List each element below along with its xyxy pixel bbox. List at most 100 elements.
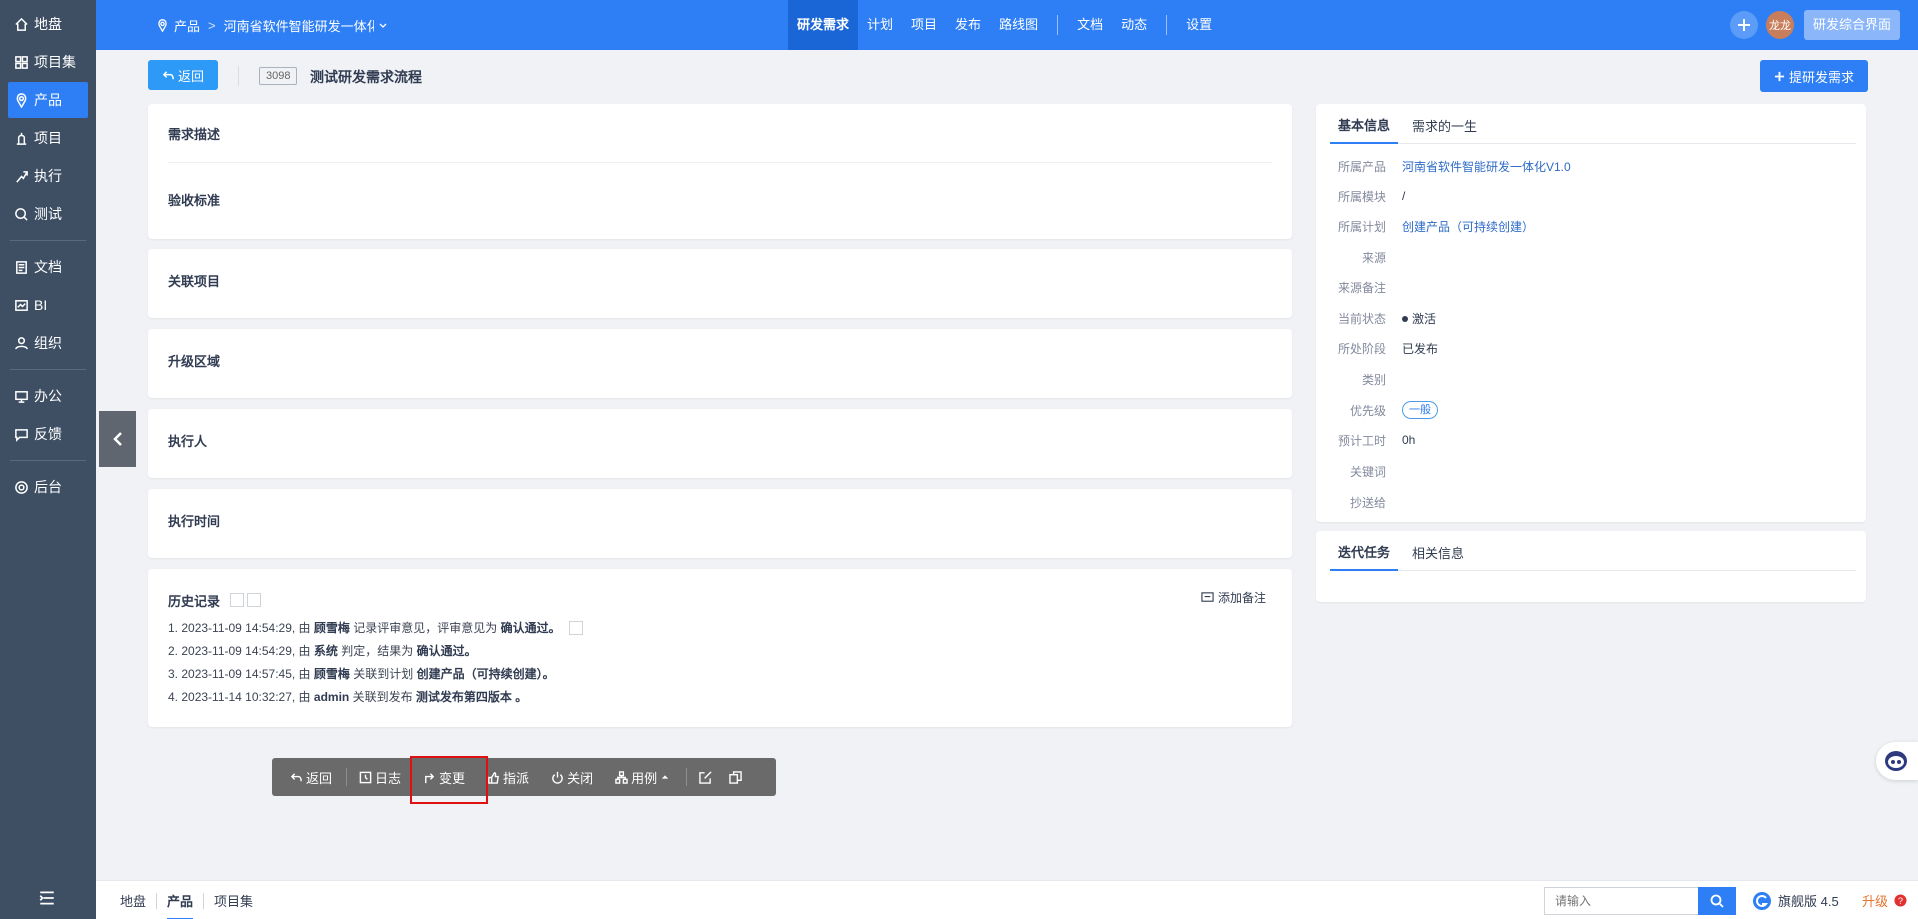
avatar[interactable]: 龙龙: [1765, 11, 1794, 39]
tab-iteration-tasks[interactable]: 迭代任务: [1330, 542, 1399, 571]
sidebar-item-home[interactable]: 地盘: [8, 6, 88, 42]
bottom-nav-home[interactable]: 地盘: [110, 891, 156, 910]
sidebar-item-org[interactable]: 组织: [8, 325, 88, 361]
bottom-nav-product[interactable]: 产品: [157, 891, 203, 919]
upgrade-link[interactable]: 升级 ?: [1862, 881, 1907, 919]
sidebar-item-project[interactable]: 项目: [8, 120, 88, 156]
toolbar-log-button[interactable]: 日志: [359, 768, 401, 787]
nav-story[interactable]: 研发需求: [788, 0, 859, 50]
chevron-down-icon[interactable]: [378, 20, 388, 30]
history-entry-object: 确认通过。: [416, 644, 477, 658]
nav-roadmap[interactable]: 路线图: [990, 0, 1047, 50]
sidebar-item-label: 地盘: [34, 16, 62, 32]
history-entry-object: 创建产品（可持续创建）。: [416, 667, 555, 681]
history-entry-time: 4. 2023-11-14 10:32:27, 由: [168, 690, 314, 704]
test-icon: [15, 207, 28, 221]
toolbar-copy-button[interactable]: [729, 770, 745, 784]
execution-icon: [16, 170, 28, 183]
sidebar-item-product[interactable]: 产品: [8, 82, 88, 118]
sidebar-divider: [10, 369, 86, 370]
info-label: 来源备注: [1337, 280, 1386, 295]
info-row-category: 类别: [1316, 367, 1866, 391]
toolbar-case-dropdown[interactable]: 用例: [615, 768, 672, 787]
back-button[interactable]: 返回: [148, 60, 218, 90]
history-entry-actor: 顾雪梅: [313, 621, 350, 635]
product-link[interactable]: 河南省软件智能研发一体化V1.0: [1402, 158, 1571, 175]
sidebar-item-bi[interactable]: BI: [8, 287, 88, 323]
sidebar-divider: [10, 460, 86, 461]
history-entry-actor: 顾雪梅: [313, 667, 350, 681]
add-note-button[interactable]: 添加备注: [1201, 589, 1266, 606]
sidebar-item-test[interactable]: 测试: [8, 196, 88, 232]
sort-icon[interactable]: [230, 592, 245, 607]
bi-icon: [15, 299, 28, 311]
search-button[interactable]: [1698, 887, 1736, 915]
toolbar-back-label: 返回: [306, 770, 333, 786]
org-icon: [15, 336, 28, 349]
expand-entry-icon[interactable]: [568, 620, 583, 635]
nav-plan[interactable]: 计划: [858, 0, 902, 50]
tab-basic-info[interactable]: 基本信息: [1330, 115, 1399, 144]
nav-settings[interactable]: 设置: [1177, 0, 1221, 50]
sidebar: 地盘 项目集 产品 项目 执行 测试 文档 BI 组织 办公 反馈 后台: [0, 0, 96, 919]
product-icon: [158, 18, 167, 32]
plus-icon: [1737, 19, 1750, 31]
collapse-panel-button[interactable]: [99, 411, 136, 467]
description-card: 需求描述 验收标准: [148, 104, 1292, 239]
nav-dynamic[interactable]: 动态: [1112, 0, 1156, 50]
sidebar-item-office[interactable]: 办公: [8, 378, 88, 414]
toolbar-assign-button[interactable]: 指派: [487, 768, 529, 787]
create-story-label: 提研发需求: [1788, 69, 1854, 85]
sidebar-item-program[interactable]: 项目集: [8, 44, 88, 80]
nav-release[interactable]: 发布: [946, 0, 990, 50]
assistant-button[interactable]: [1876, 742, 1918, 780]
sidebar-item-doc[interactable]: 文档: [8, 249, 88, 285]
sidebar-item-label: 项目集: [34, 54, 76, 70]
history-entry: 3. 2023-11-09 14:57:45, 由 顾雪梅 关联到计划 创建产品…: [168, 663, 583, 686]
section-title-linked-project: 关联项目: [168, 274, 221, 289]
header-right: 龙龙 研发综合界面: [1729, 0, 1918, 50]
history-card: 历史记录 添加备注 1. 2023-11-09 14:54:29, 由 顾雪梅 …: [148, 569, 1292, 727]
comment-icon: [1201, 592, 1214, 602]
history-entry-time: 2. 2023-11-09 14:54:29, 由: [168, 644, 314, 658]
sidebar-item-feedback[interactable]: 反馈: [8, 416, 88, 452]
sidebar-item-execution[interactable]: 执行: [8, 158, 88, 194]
bottom-nav-program[interactable]: 项目集: [204, 891, 263, 910]
expand-all-icon[interactable]: [247, 592, 262, 607]
toolbar-close-button[interactable]: 关闭: [551, 768, 593, 787]
executor-card: 执行人: [148, 409, 1292, 478]
tab-story-life[interactable]: 需求的一生: [1404, 116, 1485, 143]
breadcrumb-current-product[interactable]: 河南省软件智能研发一体化: [224, 16, 374, 35]
create-story-button[interactable]: 提研发需求: [1760, 60, 1868, 92]
toolbar-divider: [346, 768, 348, 786]
tab-related-info[interactable]: 相关信息: [1404, 543, 1472, 570]
history-entry-actor: admin: [313, 690, 350, 704]
toolbar-edit-button[interactable]: [699, 770, 715, 784]
basic-info-panel: 基本信息 需求的一生 所属产品 河南省软件智能研发一体化V1.0 所属模块 / 所属…: [1316, 104, 1866, 522]
search-icon: [1710, 894, 1724, 908]
menu-toggle-icon[interactable]: [38, 889, 56, 907]
breadcrumb-product[interactable]: 产品: [174, 16, 200, 35]
plus-icon: [1774, 71, 1785, 81]
copy-icon: [729, 770, 742, 784]
nav-doc[interactable]: 文档: [1068, 0, 1112, 50]
info-row-source-note: 来源备注: [1316, 275, 1866, 299]
exec-time-card: 执行时间: [148, 489, 1292, 558]
toolbar-divider: [686, 768, 688, 786]
nav-project[interactable]: 项目: [902, 0, 946, 50]
sidebar-item-label: 文档: [34, 259, 62, 275]
office-icon: [15, 390, 28, 403]
section-title-verify: 验收标准: [168, 193, 221, 208]
toolbar-case-label: 用例: [631, 770, 658, 786]
action-toolbar: 返回 日志 变更 指派 关闭 用例: [272, 758, 776, 796]
plan-link[interactable]: 创建产品（可持续创建）: [1402, 218, 1534, 235]
sidebar-item-admin[interactable]: 后台: [8, 469, 88, 505]
info-row-product: 所属产品 河南省软件智能研发一体化V1.0: [1316, 154, 1866, 178]
program-icon: [15, 55, 28, 69]
switch-view-button[interactable]: 研发综合界面: [1803, 10, 1900, 40]
toolbar-back-button[interactable]: 返回: [290, 768, 332, 787]
search-input[interactable]: [1544, 887, 1698, 915]
linked-project-card: 关联项目: [148, 249, 1292, 318]
history-entry-time: 1. 2023-11-09 14:54:29, 由: [168, 621, 314, 635]
quick-add-button[interactable]: [1729, 11, 1758, 39]
